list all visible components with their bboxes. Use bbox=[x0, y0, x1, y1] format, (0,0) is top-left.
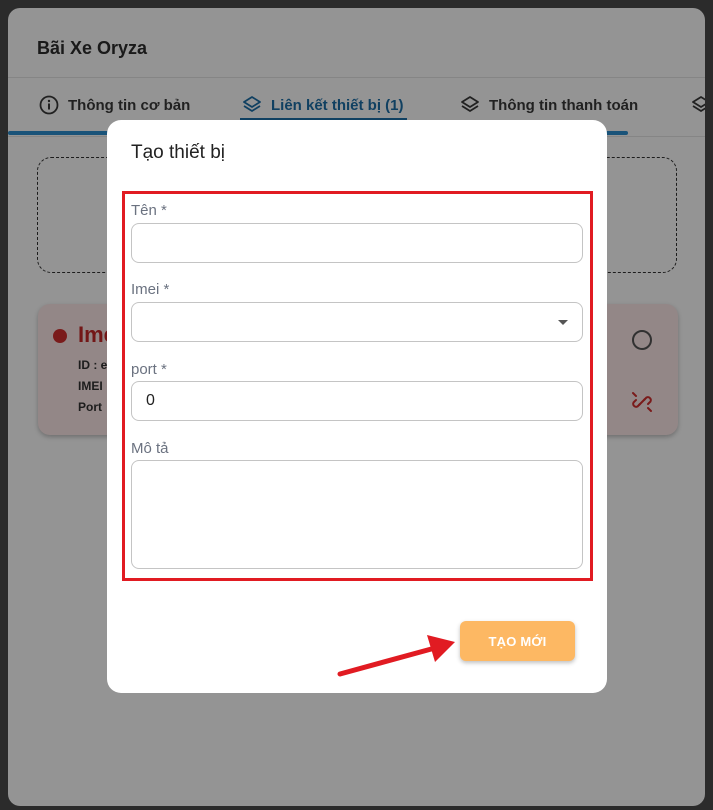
name-label: Tên * bbox=[131, 202, 167, 219]
arrow-annotation-icon bbox=[337, 635, 455, 677]
imei-label: Imei * bbox=[131, 281, 170, 298]
dialog-title: Tạo thiết bị bbox=[131, 142, 225, 163]
create-button[interactable]: TẠO MỚI bbox=[460, 621, 575, 661]
caret-down-icon bbox=[558, 320, 568, 325]
port-field[interactable]: 0 bbox=[131, 381, 583, 421]
create-device-dialog: Tạo thiết bị Tên * Imei * port * 0 Mô tả… bbox=[107, 120, 607, 693]
port-label: port * bbox=[131, 361, 167, 378]
description-textarea[interactable] bbox=[131, 460, 583, 569]
name-field[interactable] bbox=[131, 223, 583, 263]
description-label: Mô tả bbox=[131, 440, 169, 457]
imei-select[interactable] bbox=[131, 302, 583, 342]
